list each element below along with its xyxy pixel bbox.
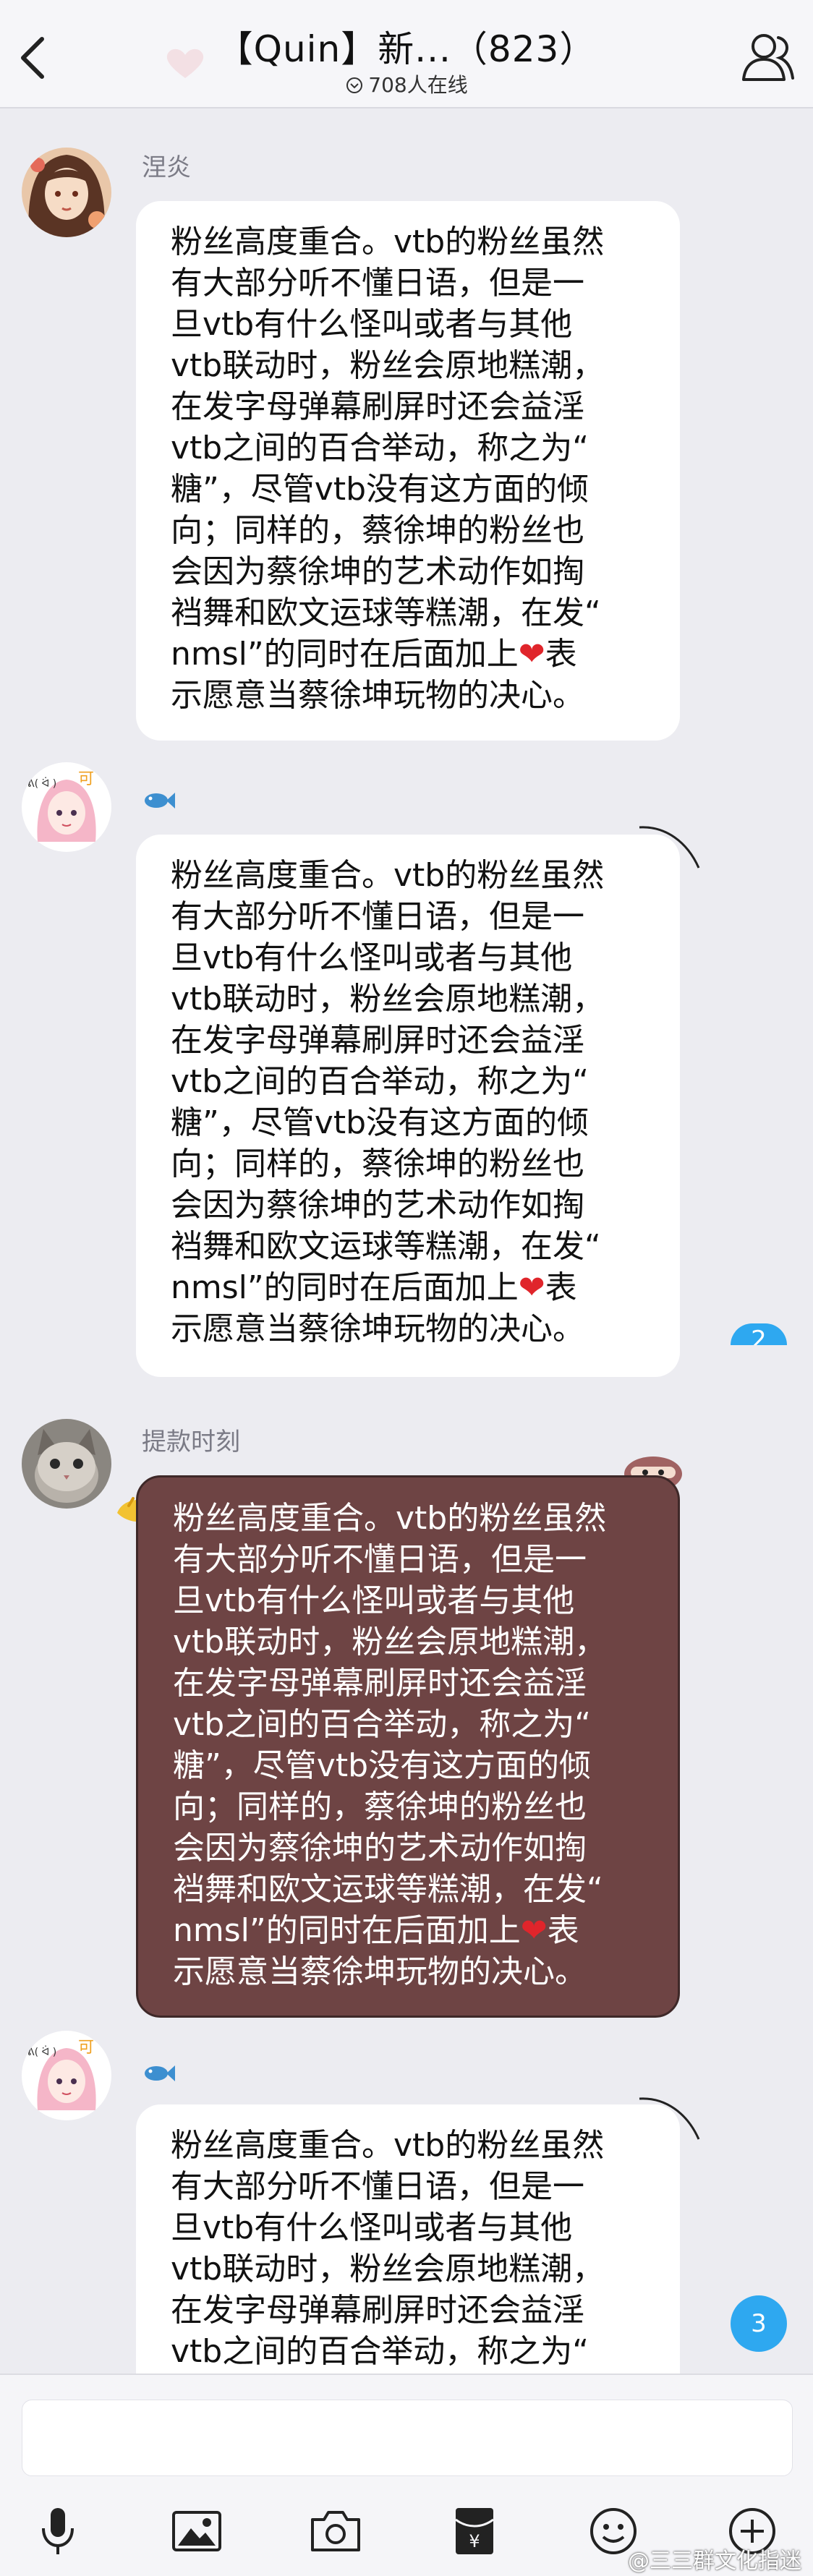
message-line: 在发字母弹幕刷屏时还会益淫 xyxy=(173,1665,587,1702)
camera-icon[interactable] xyxy=(308,2504,363,2559)
message-line: vtb之间的百合举动，称之为“ xyxy=(171,1063,589,1100)
heart-emoji-icon: ❤ xyxy=(518,636,545,673)
group-members-icon[interactable] xyxy=(738,27,796,85)
message-line: 会因为蔡徐坤的艺术动作如掏 xyxy=(173,1830,587,1867)
message-fragment: 表 xyxy=(545,1269,577,1306)
sender-name: 提款时刻 xyxy=(142,1428,240,1457)
image-icon[interactable] xyxy=(169,2504,224,2559)
message-line: 在发字母弹幕刷屏时还会益淫 xyxy=(171,1022,584,1059)
message-line: 向；同样的，蔡徐坤的粉丝也 xyxy=(173,1788,587,1825)
cat-photo-avatar-icon xyxy=(22,1419,111,1509)
message-line: vtb联动时，粉丝会原地糕潮， xyxy=(171,2251,605,2287)
message-line: vtb联动时，粉丝会原地糕潮， xyxy=(171,347,605,384)
message-line: vtb之间的百合举动，称之为“ xyxy=(171,2333,589,2370)
message-line: 在发字母弹幕刷屏时还会益淫 xyxy=(171,2292,584,2329)
message-line: 会因为蔡徐坤的艺术动作如掏 xyxy=(171,553,584,590)
message-line: 裆舞和欧文运球等糕潮，在发“ xyxy=(171,1228,601,1265)
message-line: 向；同样的，蔡徐坤的粉丝也 xyxy=(171,512,584,549)
svg-text:可: 可 xyxy=(78,2039,94,2057)
message-line: 粉丝高度重合。vtb的粉丝虽然 xyxy=(171,223,605,260)
message-line: vtb联动时，粉丝会原地糕潮， xyxy=(171,981,605,1018)
message-fragment: 表 xyxy=(547,1912,579,1949)
svg-text:ᕕ( ᐛ ): ᕕ( ᐛ ) xyxy=(27,2046,56,2058)
online-count-label: 708人在线 xyxy=(368,73,468,97)
message-fragment: nmsl”的同时在后面加上 xyxy=(171,1269,519,1306)
message-line: 示愿意当蔡徐坤玩物的决心。 xyxy=(173,1953,587,1990)
message-bubble[interactable]: 粉丝高度重合。vtb的粉丝虽然 有大部分听不懂日语，但是一 旦vtb有什么怪叫或… xyxy=(136,1475,680,2018)
chat-header: 【Quin】新...（823） 708人在线 xyxy=(0,0,813,108)
message-line: vtb之间的百合举动，称之为“ xyxy=(171,430,589,466)
message-line: nmsl”的同时在后面加上❤表 xyxy=(171,1267,648,1308)
message-fragment: nmsl”的同时在后面加上 xyxy=(173,1912,521,1949)
svg-text:¥: ¥ xyxy=(469,2531,480,2551)
fish-icon xyxy=(145,793,175,809)
message-line: 有大部分听不懂日语，但是一 xyxy=(171,2168,584,2205)
unread-count-badge[interactable]: 2 xyxy=(731,1323,787,1345)
red-packet-icon[interactable]: ¥ xyxy=(447,2504,502,2559)
message-line: vtb联动时，粉丝会原地糕潮， xyxy=(173,1624,607,1660)
fish-icon xyxy=(145,2065,175,2081)
message-line: 粉丝高度重合。vtb的粉丝虽然 xyxy=(171,2127,605,2164)
group-title[interactable]: 【Quin】新...（823） xyxy=(0,20,813,72)
message-line: 旦vtb有什么怪叫或者与其他 xyxy=(171,306,573,343)
heart-emoji-icon: ❤ xyxy=(520,1912,548,1949)
message-input[interactable] xyxy=(22,2400,793,2476)
message-line: 旦vtb有什么怪叫或者与其他 xyxy=(173,1582,575,1619)
sender-avatar[interactable]: 可 ᕕ( ᐛ ) xyxy=(22,2031,111,2120)
message-line: 裆舞和欧文运球等糕潮，在发“ xyxy=(171,594,601,631)
pink-hair-chibi-avatar-icon: 可 ᕕ( ᐛ ) xyxy=(22,762,111,852)
message-line: 旦vtb有什么怪叫或者与其他 xyxy=(171,939,573,976)
message-fragment: nmsl”的同时在后面加上 xyxy=(171,636,519,673)
message-line: 示愿意当蔡徐坤玩物的决心。 xyxy=(171,1310,584,1347)
message-line: 有大部分听不懂日语，但是一 xyxy=(173,1541,587,1578)
message-line: 在发字母弹幕刷屏时还会益淫 xyxy=(171,388,584,425)
message-bubble[interactable]: 粉丝高度重合。vtb的粉丝虽然 有大部分听不懂日语，但是一 旦vtb有什么怪叫或… xyxy=(136,201,680,741)
message-fragment: 表 xyxy=(545,636,577,673)
message-bubble[interactable]: 粉丝高度重合。vtb的粉丝虽然 有大部分听不懂日语，但是一 旦vtb有什么怪叫或… xyxy=(136,835,680,1377)
message-line: 向；同样的，蔡徐坤的粉丝也 xyxy=(171,1146,584,1182)
message-line: 有大部分听不懂日语，但是一 xyxy=(171,265,584,302)
sender-avatar[interactable] xyxy=(22,1419,111,1509)
unread-count-badge[interactable]: 3 xyxy=(731,2295,787,2352)
message-line: 粉丝高度重合。vtb的粉丝虽然 xyxy=(173,1500,607,1537)
anime-girl-avatar-icon xyxy=(22,148,111,237)
message-line: 会因为蔡徐坤的艺术动作如掏 xyxy=(171,1187,584,1224)
message-line: 旦vtb有什么怪叫或者与其他 xyxy=(171,2209,573,2246)
message-line: 粉丝高度重合。vtb的粉丝虽然 xyxy=(171,857,605,894)
svg-text:可: 可 xyxy=(78,770,94,788)
message-line: 示愿意当蔡徐坤玩物的决心。 xyxy=(171,677,584,714)
message-line: vtb之间的百合举动，称之为“ xyxy=(173,1706,592,1743)
heart-emoji-icon: ❤ xyxy=(518,1269,545,1306)
sender-avatar[interactable]: 可 ᕕ( ᐛ ) xyxy=(22,762,111,852)
online-count: 708人在线 xyxy=(0,69,813,98)
message-line: nmsl”的同时在后面加上❤表 xyxy=(173,1910,646,1951)
watermark-text: @三三群文化指迷 xyxy=(628,2549,801,2574)
message-line: 有大部分听不懂日语，但是一 xyxy=(171,898,584,935)
message-line: 裆舞和欧文运球等糕潮，在发“ xyxy=(173,1871,603,1908)
message-line: nmsl”的同时在后面加上❤表 xyxy=(171,634,648,675)
microphone-icon[interactable] xyxy=(30,2504,85,2559)
message-line: 糖”，尽管vtb没有这方面的倾 xyxy=(173,1747,592,1784)
sender-avatar[interactable] xyxy=(22,148,111,237)
message-bubble[interactable]: 粉丝高度重合。vtb的粉丝虽然 有大部分听不懂日语，但是一 旦vtb有什么怪叫或… xyxy=(136,2104,680,2394)
message-line: 糖”，尽管vtb没有这方面的倾 xyxy=(171,471,589,508)
online-status-icon xyxy=(346,77,363,93)
sender-name: 涅炎 xyxy=(142,153,191,182)
svg-text:ᕕ( ᐛ ): ᕕ( ᐛ ) xyxy=(27,777,56,790)
message-line: 糖”，尽管vtb没有这方面的倾 xyxy=(171,1104,589,1141)
pink-hair-chibi-avatar-icon: 可 ᕕ( ᐛ ) xyxy=(22,2031,111,2120)
